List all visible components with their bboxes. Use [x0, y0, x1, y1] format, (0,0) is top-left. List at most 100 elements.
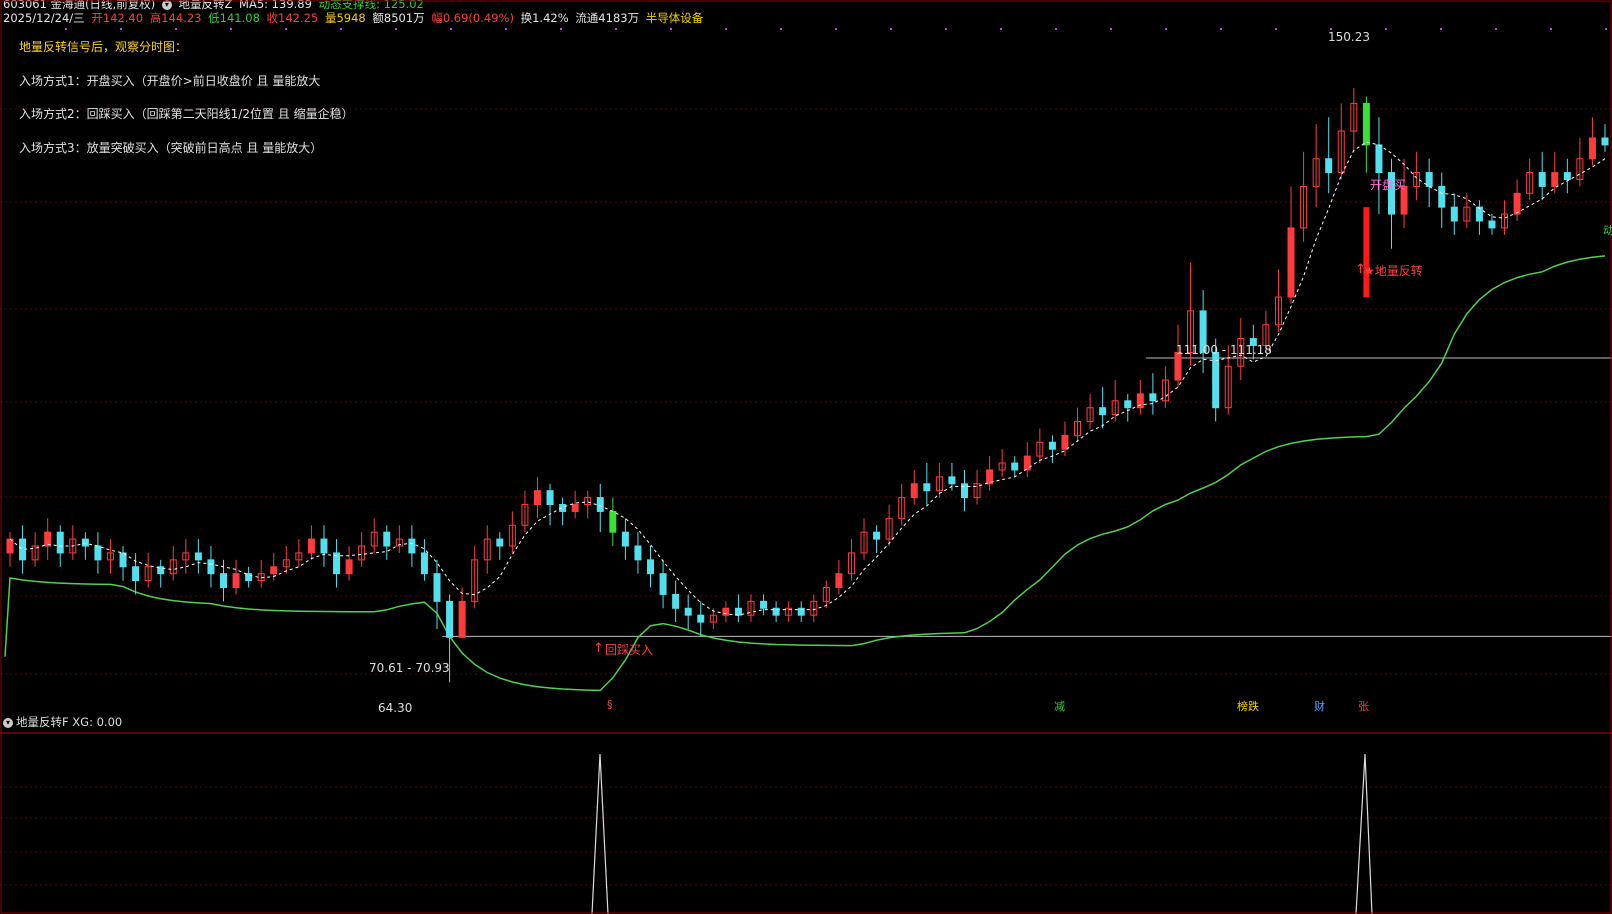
candle[interactable]	[245, 566, 253, 588]
candle[interactable]	[157, 559, 165, 588]
candle[interactable]	[1136, 380, 1144, 415]
candle[interactable]	[144, 552, 152, 588]
candle[interactable]	[760, 594, 768, 616]
candle[interactable]	[106, 539, 114, 574]
candle[interactable]	[1526, 158, 1534, 201]
candle[interactable]	[458, 587, 466, 639]
candle[interactable]	[508, 511, 516, 553]
candle[interactable]	[960, 469, 968, 512]
candle[interactable]	[973, 469, 981, 505]
candle[interactable]	[521, 490, 529, 533]
candle[interactable]	[1576, 137, 1584, 187]
candle[interactable]	[772, 601, 780, 623]
candle[interactable]	[898, 483, 906, 526]
candle[interactable]	[370, 518, 378, 553]
candle[interactable]	[835, 559, 843, 595]
candle[interactable]	[672, 580, 680, 623]
candle[interactable]	[785, 601, 793, 623]
candle[interactable]	[621, 518, 629, 560]
candle[interactable]	[1074, 407, 1082, 443]
candle[interactable]	[596, 483, 604, 533]
candle[interactable]	[1287, 186, 1295, 304]
event-marker-4[interactable]: 张	[1357, 698, 1370, 714]
chart-canvas[interactable]: ↑↑ 150.23 64.30 70.61 - 70.93 111.00 - 1…	[0, 0, 1612, 914]
candle[interactable]	[1387, 158, 1395, 249]
candle[interactable]	[295, 539, 303, 567]
candle[interactable]	[483, 525, 491, 574]
candle[interactable]	[1161, 366, 1169, 408]
candle[interactable]	[1086, 393, 1094, 429]
candle[interactable]	[94, 532, 102, 574]
candle[interactable]	[194, 539, 202, 574]
sub-indicator-name[interactable]: 地量反转F	[16, 715, 69, 729]
candle[interactable]	[986, 456, 994, 491]
candle[interactable]	[169, 546, 177, 581]
candle[interactable]	[1563, 158, 1571, 194]
candle[interactable]	[1425, 158, 1433, 208]
candle[interactable]	[885, 504, 893, 547]
candle[interactable]	[1011, 456, 1019, 477]
candle[interactable]	[1413, 151, 1421, 201]
candle[interactable]	[471, 546, 479, 609]
candle[interactable]	[722, 601, 730, 623]
candle[interactable]	[634, 532, 642, 574]
candle[interactable]	[119, 546, 127, 581]
candle[interactable]	[6, 532, 14, 567]
candle[interactable]	[1099, 386, 1107, 429]
settings-icon[interactable]: ▾	[3, 717, 13, 728]
candle[interactable]	[659, 559, 667, 609]
candle[interactable]	[559, 497, 567, 526]
candle[interactable]	[1036, 428, 1044, 464]
event-marker-1[interactable]: 减	[1053, 698, 1066, 714]
candle[interactable]	[1048, 435, 1056, 464]
candle[interactable]	[1538, 151, 1546, 201]
candle[interactable]	[358, 532, 366, 567]
candle[interactable]	[1061, 421, 1069, 457]
candle[interactable]	[1475, 200, 1483, 235]
candle[interactable]	[307, 525, 315, 560]
candle[interactable]	[684, 594, 692, 630]
candle[interactable]	[546, 483, 554, 526]
candle[interactable]	[44, 518, 52, 560]
candle[interactable]	[1601, 124, 1609, 152]
candle[interactable]	[584, 490, 592, 519]
candle[interactable]	[1513, 179, 1521, 221]
candle[interactable]	[1588, 117, 1596, 166]
candle[interactable]	[320, 525, 328, 567]
candle[interactable]	[345, 546, 353, 581]
candle[interactable]	[1450, 193, 1458, 235]
candle[interactable]	[847, 539, 855, 581]
candle[interactable]	[1149, 373, 1157, 415]
candle[interactable]	[496, 532, 504, 560]
candle[interactable]	[1337, 103, 1345, 180]
candle[interactable]	[647, 546, 655, 588]
candle[interactable]	[822, 580, 830, 609]
candle[interactable]	[697, 601, 705, 636]
candle[interactable]	[69, 525, 77, 560]
candle[interactable]	[1325, 117, 1333, 194]
candle[interactable]	[1362, 96, 1370, 173]
candle[interactable]	[1274, 269, 1282, 332]
candle[interactable]	[31, 532, 39, 567]
candle[interactable]	[1400, 158, 1408, 228]
candle[interactable]	[257, 559, 265, 588]
candle[interactable]	[810, 594, 818, 623]
event-marker-0[interactable]: §	[606, 698, 614, 711]
candle[interactable]	[1438, 172, 1446, 228]
candle[interactable]	[408, 525, 416, 567]
candle[interactable]	[81, 532, 89, 560]
candle[interactable]	[132, 552, 140, 595]
candle[interactable]	[860, 518, 868, 560]
event-marker-2[interactable]: 榜跌	[1236, 698, 1260, 714]
candle[interactable]	[1375, 117, 1383, 215]
candle[interactable]	[383, 525, 391, 560]
candle[interactable]	[873, 525, 881, 553]
candle[interactable]	[182, 539, 190, 574]
candle[interactable]	[395, 525, 403, 553]
candle[interactable]	[571, 490, 579, 519]
candle[interactable]	[1350, 87, 1358, 152]
candle[interactable]	[734, 594, 742, 623]
candle[interactable]	[282, 546, 290, 574]
candle[interactable]	[333, 539, 341, 588]
candle[interactable]	[998, 449, 1006, 477]
